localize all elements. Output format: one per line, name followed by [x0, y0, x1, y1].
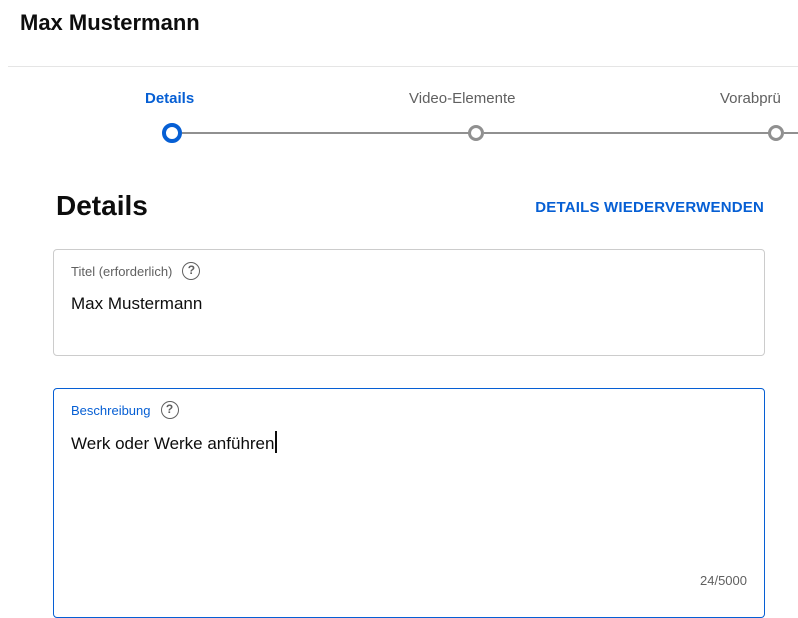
section-title: Details — [56, 190, 148, 221]
description-text: Werk oder Werke anführen — [71, 434, 275, 453]
step-details-label[interactable]: Details — [145, 90, 194, 107]
help-icon[interactable]: ? — [182, 262, 201, 280]
stepper-connector — [784, 132, 798, 134]
description-field-label-row: Beschreibung ? — [71, 401, 179, 419]
header-divider — [8, 66, 798, 67]
page-header-title: Max Mustermann — [20, 10, 200, 35]
title-field[interactable]: Titel (erforderlich) ? Max Mustermann — [53, 249, 765, 356]
character-counter: 24/5000 — [700, 573, 747, 588]
title-field-label-row: Titel (erforderlich) ? — [71, 262, 201, 280]
stepper-connector — [484, 132, 770, 134]
step-preview-circle-icon[interactable] — [768, 125, 784, 141]
title-input[interactable]: Max Mustermann — [71, 294, 202, 314]
step-video-elements-circle-icon[interactable] — [468, 125, 484, 141]
help-icon[interactable]: ? — [160, 401, 179, 419]
description-field[interactable]: Beschreibung ? Werk oder Werke anführen … — [53, 388, 765, 618]
step-preview-label[interactable]: Vorabprü — [720, 90, 781, 107]
step-details-circle-icon[interactable] — [162, 123, 182, 143]
title-field-label: Titel (erforderlich) — [71, 263, 173, 279]
stepper-connector — [182, 132, 470, 134]
text-cursor — [275, 431, 277, 453]
description-field-label: Beschreibung — [71, 402, 151, 418]
description-input[interactable]: Werk oder Werke anführen — [71, 431, 277, 454]
reuse-details-button[interactable]: DETAILS WIEDERVERWENDEN — [535, 199, 764, 216]
step-video-elements-label[interactable]: Video-Elemente — [409, 90, 515, 107]
